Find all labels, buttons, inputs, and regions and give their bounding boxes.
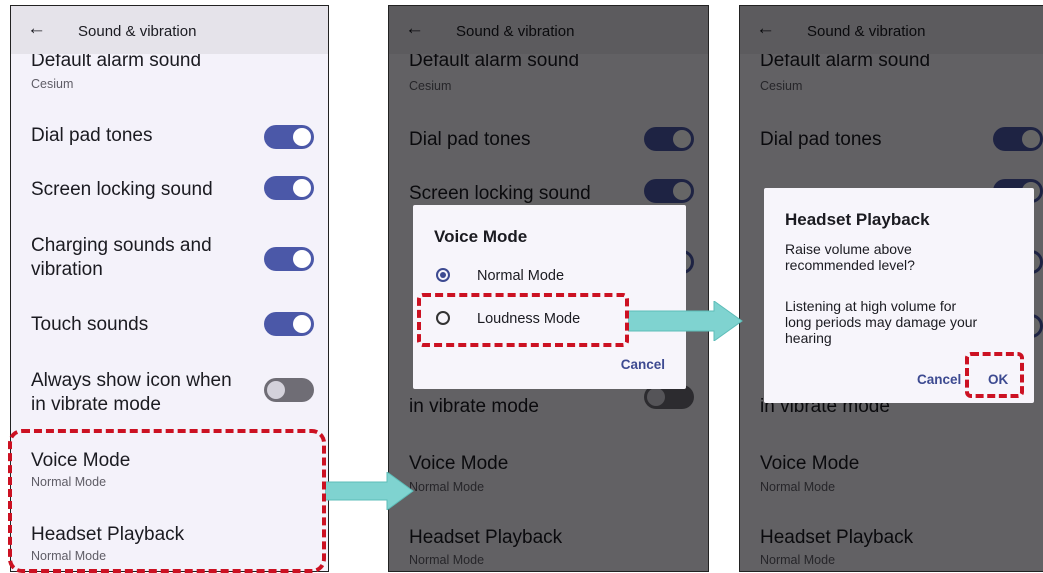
ok-button-highlight (965, 352, 1024, 398)
setting-touch-sounds[interactable]: Touch sounds (31, 313, 148, 337)
dialog-title: Voice Mode (434, 227, 528, 246)
loudness-mode-highlight (417, 293, 629, 347)
dialog-message-line5: hearing (785, 330, 832, 346)
normal-mode-option[interactable]: Normal Mode (477, 268, 564, 284)
settings-screen-3: ← Sound & vibration Default alarm sound … (739, 5, 1043, 572)
voice-mode-highlight (8, 429, 326, 573)
setting-dial-pad-tones[interactable]: Dial pad tones (31, 124, 152, 148)
settings-screen-2: ← Sound & vibration Default alarm sound … (388, 5, 709, 572)
dialog-message-line3: Listening at high volume for (785, 298, 957, 314)
setting-charging-sounds-line2: vibration (31, 259, 103, 280)
charging-sounds-toggle[interactable] (264, 247, 314, 271)
back-arrow-icon[interactable]: ← (27, 19, 46, 39)
dialog-message-line4: long periods may damage your (785, 314, 978, 330)
screen-locking-sound-toggle[interactable] (264, 176, 314, 200)
setting-charging-sounds-line1[interactable]: Charging sounds and (31, 234, 212, 258)
dial-pad-tones-toggle[interactable] (264, 125, 314, 149)
normal-mode-radio[interactable] (436, 268, 450, 282)
touch-sounds-toggle[interactable] (264, 312, 314, 336)
app-bar: ← Sound & vibration (11, 6, 328, 54)
cancel-button[interactable]: Cancel (621, 357, 665, 372)
flow-arrow-right-icon (628, 301, 743, 341)
setting-default-alarm-value: Cesium (31, 77, 74, 91)
page-title: Sound & vibration (78, 23, 197, 40)
dialog-message-line2: recommended level? (785, 257, 915, 273)
flow-arrow-right-icon (325, 472, 414, 510)
dialog-title: Headset Playback (785, 210, 930, 229)
vibrate-icon-toggle[interactable] (264, 378, 314, 402)
cancel-button[interactable]: Cancel (917, 372, 961, 387)
setting-screen-locking-sound[interactable]: Screen locking sound (31, 178, 213, 202)
dialog-message-line1: Raise volume above (785, 241, 912, 257)
setting-vibrate-icon-line1[interactable]: Always show icon when (31, 369, 232, 393)
setting-vibrate-icon-line2: in vibrate mode (31, 394, 161, 415)
